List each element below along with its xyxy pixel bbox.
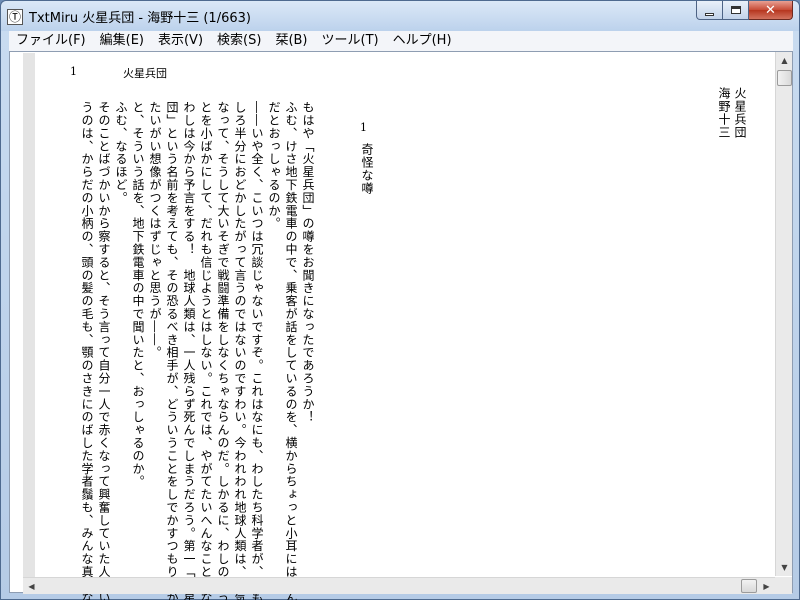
- menu-file[interactable]: ファイル(F): [9, 31, 93, 51]
- text-line: わしは今から予言をする！ 地球人類は、一人残らず死んでしまうだろう。第一「火星兵: [182, 101, 196, 600]
- close-button[interactable]: ✕: [749, 1, 793, 20]
- text-line: 団」という名前を考えても、その恐るべき相手が、どういうことをしでかすつもりだか、: [165, 101, 179, 600]
- text-line: ――いや全く、こいつは冗談じゃないですぞ。これはなにも、わしたち科学者が、おも: [250, 101, 264, 600]
- maximize-button[interactable]: [723, 1, 749, 20]
- scroll-up-button[interactable]: ▲: [776, 52, 793, 69]
- scroll-down-button[interactable]: ▼: [776, 559, 793, 576]
- arrow-left-icon: ◀: [28, 582, 35, 591]
- caption-buttons: ✕: [696, 1, 793, 21]
- minimize-icon: [705, 12, 714, 16]
- menu-help[interactable]: ヘルプ(H): [386, 31, 459, 51]
- menu-view[interactable]: 表示(V): [151, 31, 210, 51]
- chapter-title: 奇怪な噂: [360, 143, 374, 195]
- reader-area: 1 火星兵団 火星兵団 海野十三 1 奇怪な噂 もはや「火星兵団」の噂をお聞きに…: [9, 51, 793, 600]
- scroll-right-button[interactable]: ▶: [758, 578, 775, 595]
- text-line: と、そういう話を、地下鉄電車の中で聞いたと、おっしゃるのか。: [131, 101, 145, 488]
- book-title: 火星兵団: [733, 87, 747, 139]
- scroll-left-button[interactable]: ◀: [23, 578, 40, 595]
- title-bar[interactable]: Ⓣ TxtMiru 火星兵団 - 海野十三 (1/663) ✕: [1, 1, 799, 31]
- text-line: うのは、からだの小柄の、頭の髪の毛も、顎のさきにのばした学者鬚も、みんな真白な老: [80, 101, 94, 600]
- app-icon[interactable]: Ⓣ: [7, 9, 23, 25]
- horizontal-scroll-thumb[interactable]: [741, 579, 757, 593]
- text-line: とを小ばかにして、だれも信じようとはしない。これでは、やがてたいへんなことになる…: [199, 101, 213, 600]
- arrow-up-icon: ▲: [781, 56, 788, 65]
- menu-bookmark[interactable]: 栞(B): [268, 31, 314, 51]
- text-line: ふむ、けさ地下鉄電車の中で、乗客が話をしているのを、横からちょっと小耳にはさん: [284, 101, 298, 600]
- menu-bar: ファイル(F) 編集(E) 表示(V) 検索(S) 栞(B) ツール(T) ヘル…: [9, 31, 793, 51]
- chapter-number: 1: [360, 121, 367, 134]
- text-line: たいがい想像がつくはずじゃと思うが――。: [148, 101, 162, 359]
- text-line: だとおっしゃるのか。: [267, 101, 281, 230]
- text-line: もはや「火星兵団」の噂をお聞きになったであろうか！: [301, 101, 315, 424]
- text-line: ふむ、なるほど。: [114, 101, 128, 205]
- text-line: なって、そうして大いそぎで戦闘準備をしなくちゃならんのだ。しかるに、わしのいうこ: [216, 101, 230, 600]
- page-margin: [23, 53, 35, 577]
- menu-search[interactable]: 検索(S): [210, 31, 268, 51]
- text-line: そのことばづかいから察すると、そう言って自分一人で赤くなって興奮していた人とい: [97, 101, 111, 600]
- scrollbar-corner: [775, 577, 792, 594]
- window-title: TxtMiru 火星兵団 - 海野十三 (1/663): [29, 11, 251, 26]
- horizontal-scrollbar[interactable]: ◀ ▶: [23, 577, 775, 594]
- page-number: 1: [70, 65, 77, 78]
- menu-tools[interactable]: ツール(T): [315, 31, 386, 51]
- arrow-down-icon: ▼: [781, 563, 788, 572]
- vertical-scrollbar[interactable]: ▲ ▼: [775, 52, 792, 576]
- minimize-button[interactable]: [696, 1, 723, 20]
- menu-edit[interactable]: 編集(E): [93, 31, 151, 51]
- app-window: Ⓣ TxtMiru 火星兵団 - 海野十三 (1/663) ✕ ファイル(F) …: [0, 0, 800, 600]
- text-line: しろ半分におどかしたがって言うのではないのですわい。今われわれ地球人類は、本気に: [233, 101, 247, 600]
- text-page[interactable]: 1 火星兵団 火星兵団 海野十三 1 奇怪な噂 もはや「火星兵団」の噂をお聞きに…: [23, 53, 767, 600]
- arrow-right-icon: ▶: [763, 582, 770, 591]
- book-author: 海野十三: [717, 87, 731, 139]
- page-header-title: 火星兵団: [123, 67, 167, 80]
- close-icon: ✕: [765, 2, 776, 18]
- vertical-scroll-thumb[interactable]: [777, 70, 792, 86]
- maximize-icon: [730, 6, 741, 14]
